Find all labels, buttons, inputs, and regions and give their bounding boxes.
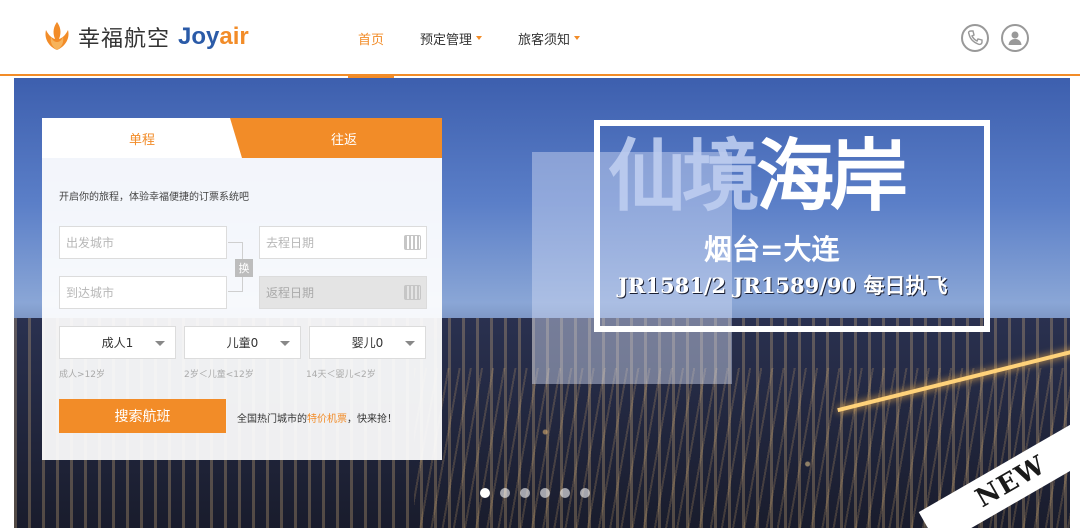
carousel-dot[interactable] [520, 488, 530, 498]
carousel-dots [480, 488, 590, 498]
ad-route: 烟台=大连 [704, 233, 840, 266]
child-age-hint: 2岁＜儿童<12岁 [184, 370, 254, 380]
promo-text: 全国热门城市的特价机票，快来抢！ [237, 414, 397, 425]
trip-type-tabs: 单程 往返 [42, 118, 442, 158]
departure-date-input[interactable]: 去程日期 [259, 226, 427, 259]
carousel-dot[interactable] [480, 488, 490, 498]
chevron-down-icon [574, 36, 581, 40]
carousel-dot[interactable] [560, 488, 570, 498]
infant-age-hint: 14天＜婴儿<2岁 [306, 370, 376, 380]
search-flights-button[interactable]: 搜索航班 [59, 399, 226, 433]
logo-text-en: Joyair [178, 23, 249, 50]
calendar-icon[interactable] [404, 285, 421, 300]
logo-flame-icon [45, 22, 69, 50]
select-value: 成人1 [101, 336, 134, 350]
adult-age-hint: 成人>12岁 [59, 370, 105, 380]
return-date-input[interactable]: 返程日期 [259, 276, 427, 309]
phone-icon [967, 30, 983, 46]
adult-count-select[interactable]: 成人1 [59, 326, 176, 359]
ad-flights: JR1581/2 JR1589/90 每日执飞 [618, 273, 948, 298]
user-icon [1008, 31, 1022, 45]
special-fares-link[interactable]: 特价机票 [307, 414, 347, 425]
departure-city-input[interactable]: 出发城市 [59, 226, 227, 259]
arrival-city-input[interactable]: 到达城市 [59, 276, 227, 309]
nav-item-label: 预定管理 [420, 32, 473, 48]
field-placeholder: 去程日期 [266, 236, 315, 250]
carousel-dot[interactable] [580, 488, 590, 498]
chevron-down-icon [405, 341, 415, 346]
swap-cities-button[interactable]: 换 [235, 259, 253, 277]
tab-round-trip[interactable]: 往返 [230, 118, 442, 158]
field-placeholder: 返程日期 [266, 286, 315, 300]
calendar-icon[interactable] [404, 235, 421, 250]
phone-button[interactable] [961, 24, 989, 52]
select-value: 儿童0 [226, 336, 259, 350]
tab-one-way[interactable]: 单程 [42, 118, 242, 158]
nav-item-label: 旅客须知 [518, 32, 571, 48]
main-nav: 首页 预定管理 旅客须知 [340, 0, 598, 78]
chevron-down-icon [280, 341, 290, 346]
infant-count-select[interactable]: 婴儿0 [309, 326, 426, 359]
booking-intro: 开启你的旅程，体验幸福便捷的订票系统吧 [59, 192, 249, 203]
field-placeholder: 出发城市 [66, 236, 115, 250]
logo-text-cn: 幸福航空 [78, 27, 171, 52]
nav-item-label: 首页 [358, 32, 385, 48]
field-placeholder: 到达城市 [66, 286, 115, 300]
select-value: 婴儿0 [351, 336, 384, 350]
nav-item-booking-management[interactable]: 预定管理 [402, 0, 500, 76]
logo[interactable]: 幸福航空 Joyair [40, 20, 249, 54]
carousel-dot[interactable] [540, 488, 550, 498]
nav-item-passenger-notice[interactable]: 旅客须知 [500, 0, 598, 76]
chevron-down-icon [155, 341, 165, 346]
user-account-button[interactable] [1001, 24, 1029, 52]
chevron-down-icon [476, 36, 483, 40]
ad-title: 仙境海岸 [608, 131, 908, 222]
carousel-dot[interactable] [500, 488, 510, 498]
site-header: 幸福航空 Joyair 首页 预定管理 旅客须知 [0, 0, 1080, 78]
nav-item-home[interactable]: 首页 [340, 0, 402, 78]
flight-search-card: 单程 往返 开启你的旅程，体验幸福便捷的订票系统吧 出发城市 到达城市 换 去程… [42, 118, 442, 460]
child-count-select[interactable]: 儿童0 [184, 326, 301, 359]
